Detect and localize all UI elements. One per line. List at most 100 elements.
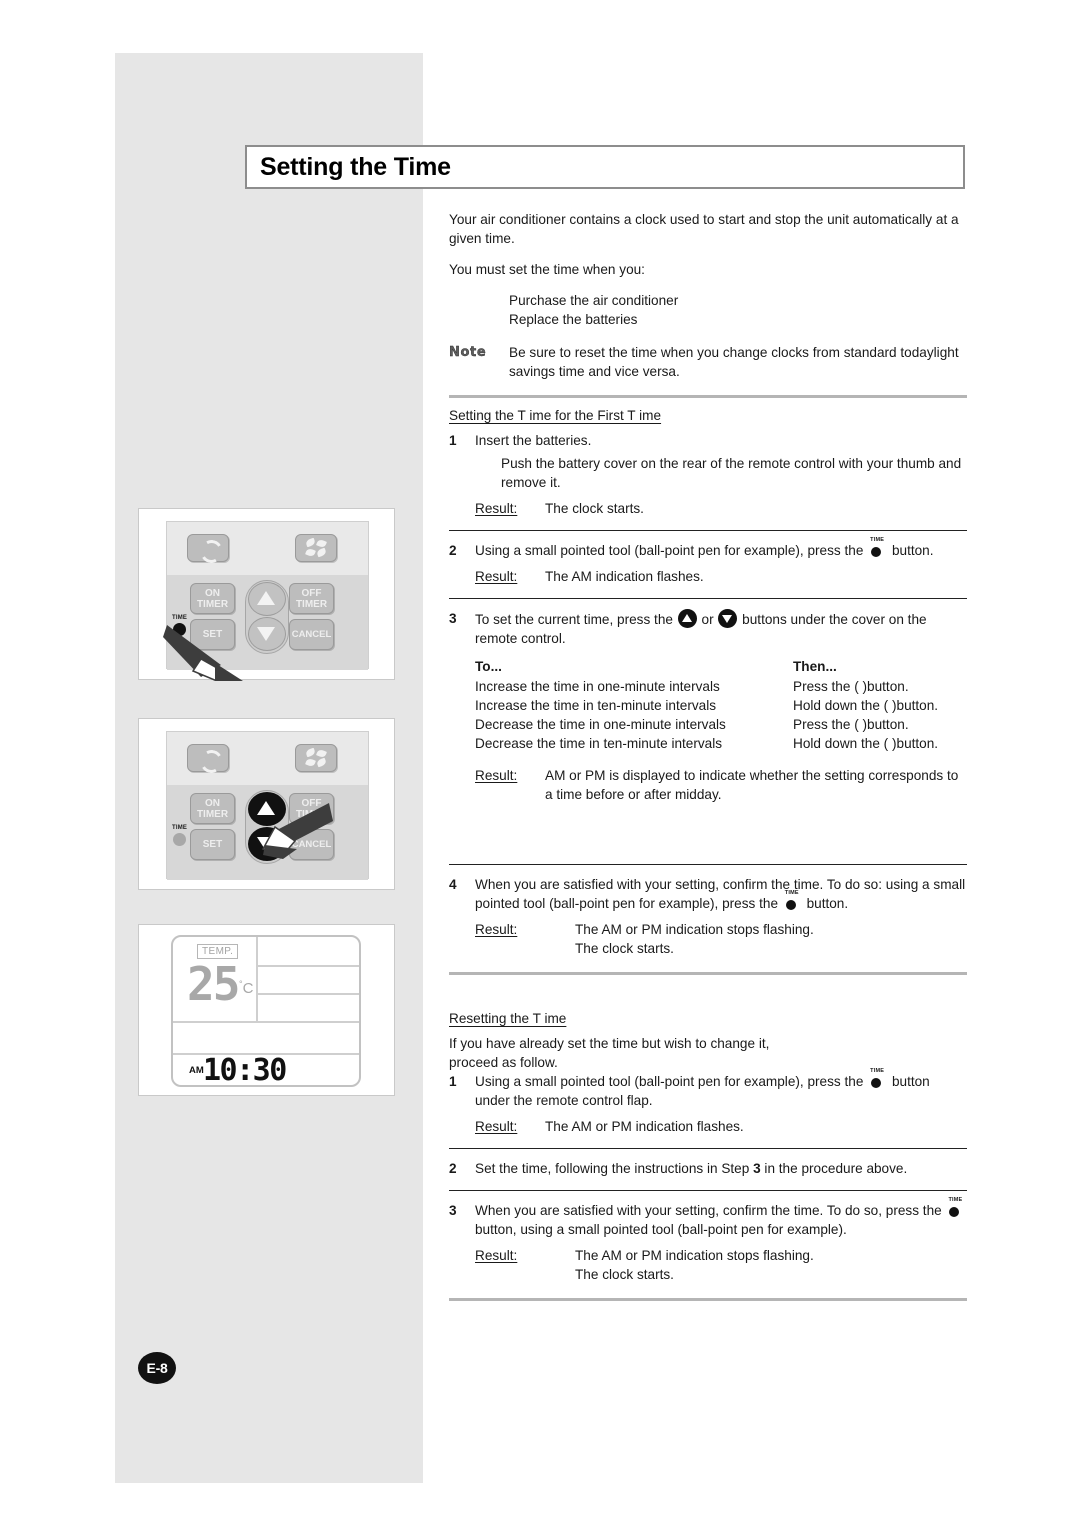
step-4-result: Result: The AM or PM indication stops fl…: [475, 920, 967, 958]
step-3-first-time: 3 To set the current time, press the or …: [449, 609, 967, 648]
section-divider-thick: [449, 972, 967, 975]
swing-button: [187, 744, 229, 772]
illustration-lcd-display: TEMP. 25 °C AM 10:30: [138, 924, 395, 1096]
on-timer-label-line1: ON: [204, 797, 220, 809]
fan-speed-button: [295, 744, 337, 772]
illustration-remote-time-button: ON TIMER OFF TIMER SET CANCEL TIME: [138, 508, 395, 681]
result-text-line1: The AM or PM indication stops flashing.: [575, 1248, 814, 1263]
clock-meridiem: AM: [189, 1065, 204, 1076]
temp-unit: °C: [239, 979, 253, 997]
temp-value: 25: [187, 957, 240, 1011]
step-text-before: Using a small pointed tool (ball-point p…: [475, 1074, 864, 1089]
page-title-box: Setting the Time: [245, 145, 965, 189]
resetting-intro-line2: proceed as follow.: [449, 1055, 558, 1070]
time-button-icon-dot: [949, 1207, 960, 1217]
section-divider-thick: [449, 1298, 967, 1301]
intro-bullet-2: Replace the batteries: [509, 312, 638, 327]
note-block: Note Be sure to reset the time when you …: [449, 343, 967, 381]
step-divider: [449, 1148, 967, 1149]
step-number: 1: [449, 1074, 457, 1089]
step-text-after: button, using a small pointed tool (ball…: [475, 1222, 847, 1237]
time-button-icon-dot: [785, 900, 796, 910]
result-text-line2: The clock starts.: [575, 941, 674, 956]
step-2-resetting: 2 Set the time, following the instructio…: [449, 1159, 967, 1178]
lcd-divider-2: [256, 993, 359, 995]
cell-to: Decrease the time in ten-minute interval…: [475, 736, 723, 751]
step-text: When you are satisfied with your setting…: [475, 1197, 967, 1239]
lcd-divider-1: [256, 965, 359, 967]
step-3-resetting-result: Result: The AM or PM indication stops fl…: [475, 1246, 967, 1284]
time-recessed-button: TIME: [171, 825, 193, 849]
time-button-icon-caption: TIME: [870, 537, 885, 543]
step-text-mid: or: [701, 612, 714, 627]
time-button-icon-dot: [871, 1078, 882, 1088]
clock-time: 10:30: [203, 1053, 287, 1088]
step-text: Set the time, following the instructions…: [475, 1159, 967, 1178]
off-timer-label-line1: OFF: [301, 587, 322, 599]
time-button-icon: TIME: [784, 890, 801, 910]
cancel-button: CANCEL: [289, 619, 334, 650]
step-text-after: button.: [806, 896, 849, 911]
step-text-after: button.: [891, 543, 934, 558]
result-text-line1: The AM or PM indication stops flashing.: [575, 922, 814, 937]
up-arrow-icon: [248, 582, 286, 616]
step-number: 1: [449, 433, 457, 448]
celsius-symbol: C: [242, 980, 254, 997]
step-text-before: Set the time, following the instructions…: [475, 1161, 750, 1176]
table-header-row: To... Then...: [475, 658, 938, 678]
fan-icon: [305, 537, 327, 558]
pen-pointer-icon: [261, 803, 333, 859]
page-number-badge: E-8: [138, 1352, 176, 1384]
cell-then: Press the ( )button.: [793, 717, 909, 732]
step-1-detail: Push the battery cover on the rear of th…: [501, 456, 962, 490]
step-3-resetting: 3 When you are satisfied with your setti…: [449, 1197, 967, 1239]
note-text: Be sure to reset the time when you chang…: [509, 345, 959, 379]
time-button-icon-caption: TIME: [870, 1068, 885, 1074]
cell-then: Hold down the ( )button.: [793, 736, 939, 751]
step-1-resetting-result: Result: The AM or PM indication flashes.: [475, 1117, 967, 1136]
fan-icon: [305, 747, 327, 768]
intro-paragraph-2: You must set the time when you:: [449, 262, 645, 277]
table-row: Decrease the time in ten-minute interval…: [475, 735, 938, 754]
main-content: Your air conditioner contains a clock us…: [449, 210, 967, 1309]
cell-then: Hold down the ( )button.: [793, 698, 939, 713]
result-text: The AM or PM indication flashes.: [545, 1119, 744, 1134]
step-text-before: To set the current time, press the: [475, 612, 673, 627]
lcd-screen: TEMP. 25 °C AM 10:30: [171, 935, 361, 1087]
step-text-line1: When you are satisfied with your setting…: [475, 1203, 882, 1218]
resetting-intro-line1: If you have already set the time but wis…: [449, 1036, 770, 1051]
step-3-result: Result: AM or PM is displayed to indicat…: [475, 766, 967, 804]
result-text: AM or PM is displayed to indicate whethe…: [545, 768, 959, 802]
result-label: Result:: [475, 1248, 518, 1263]
step-text: Using a small pointed tool (ball-point p…: [475, 1068, 967, 1110]
result-label: Result:: [475, 1119, 518, 1134]
fan-speed-button: [295, 534, 337, 562]
step-text: Insert the batteries.: [475, 433, 592, 448]
off-timer-label-line2: TIMER: [295, 598, 328, 610]
step-number: 3: [449, 611, 457, 626]
on-timer-label-line1: ON: [204, 587, 220, 599]
result-text: The AM or PM indication stops flashing. …: [575, 1246, 967, 1284]
time-button-icon: TIME: [947, 1197, 964, 1217]
time-button-icon-dot: [871, 547, 882, 557]
intro-bullet-1: Purchase the air conditioner: [509, 293, 679, 308]
page-title: Setting the Time: [260, 152, 451, 181]
section-heading-first-time: Setting the T ime for the First T ime: [449, 408, 662, 423]
step-1-resetting: 1 Using a small pointed tool (ball-point…: [449, 1068, 967, 1110]
on-timer-label-line2: TIMER: [196, 808, 229, 820]
step-text: To set the current time, press the or bu…: [475, 609, 967, 648]
vertical-spacer: [449, 983, 967, 1009]
step-2-result: Result: The AM indication flashes.: [475, 567, 967, 586]
cell-to: Increase the time in ten-minute interval…: [475, 698, 717, 713]
illustration-remote-arrow-buttons: ON TIMER OFF TIMER SET CANCEL TIME: [138, 718, 395, 890]
step-number: 3: [449, 1203, 457, 1218]
step-number: 2: [449, 543, 457, 558]
column-header-then: Then...: [793, 659, 837, 674]
pen-pointer-icon: [163, 625, 243, 681]
step-divider: [449, 598, 967, 599]
table-row: Increase the time in ten-minute interval…: [475, 697, 938, 716]
table-row: Increase the time in one-minute interval…: [475, 678, 938, 697]
step-text-after: in the procedure above.: [764, 1161, 908, 1176]
set-button: SET: [190, 829, 235, 860]
step-number: 2: [449, 1161, 457, 1176]
